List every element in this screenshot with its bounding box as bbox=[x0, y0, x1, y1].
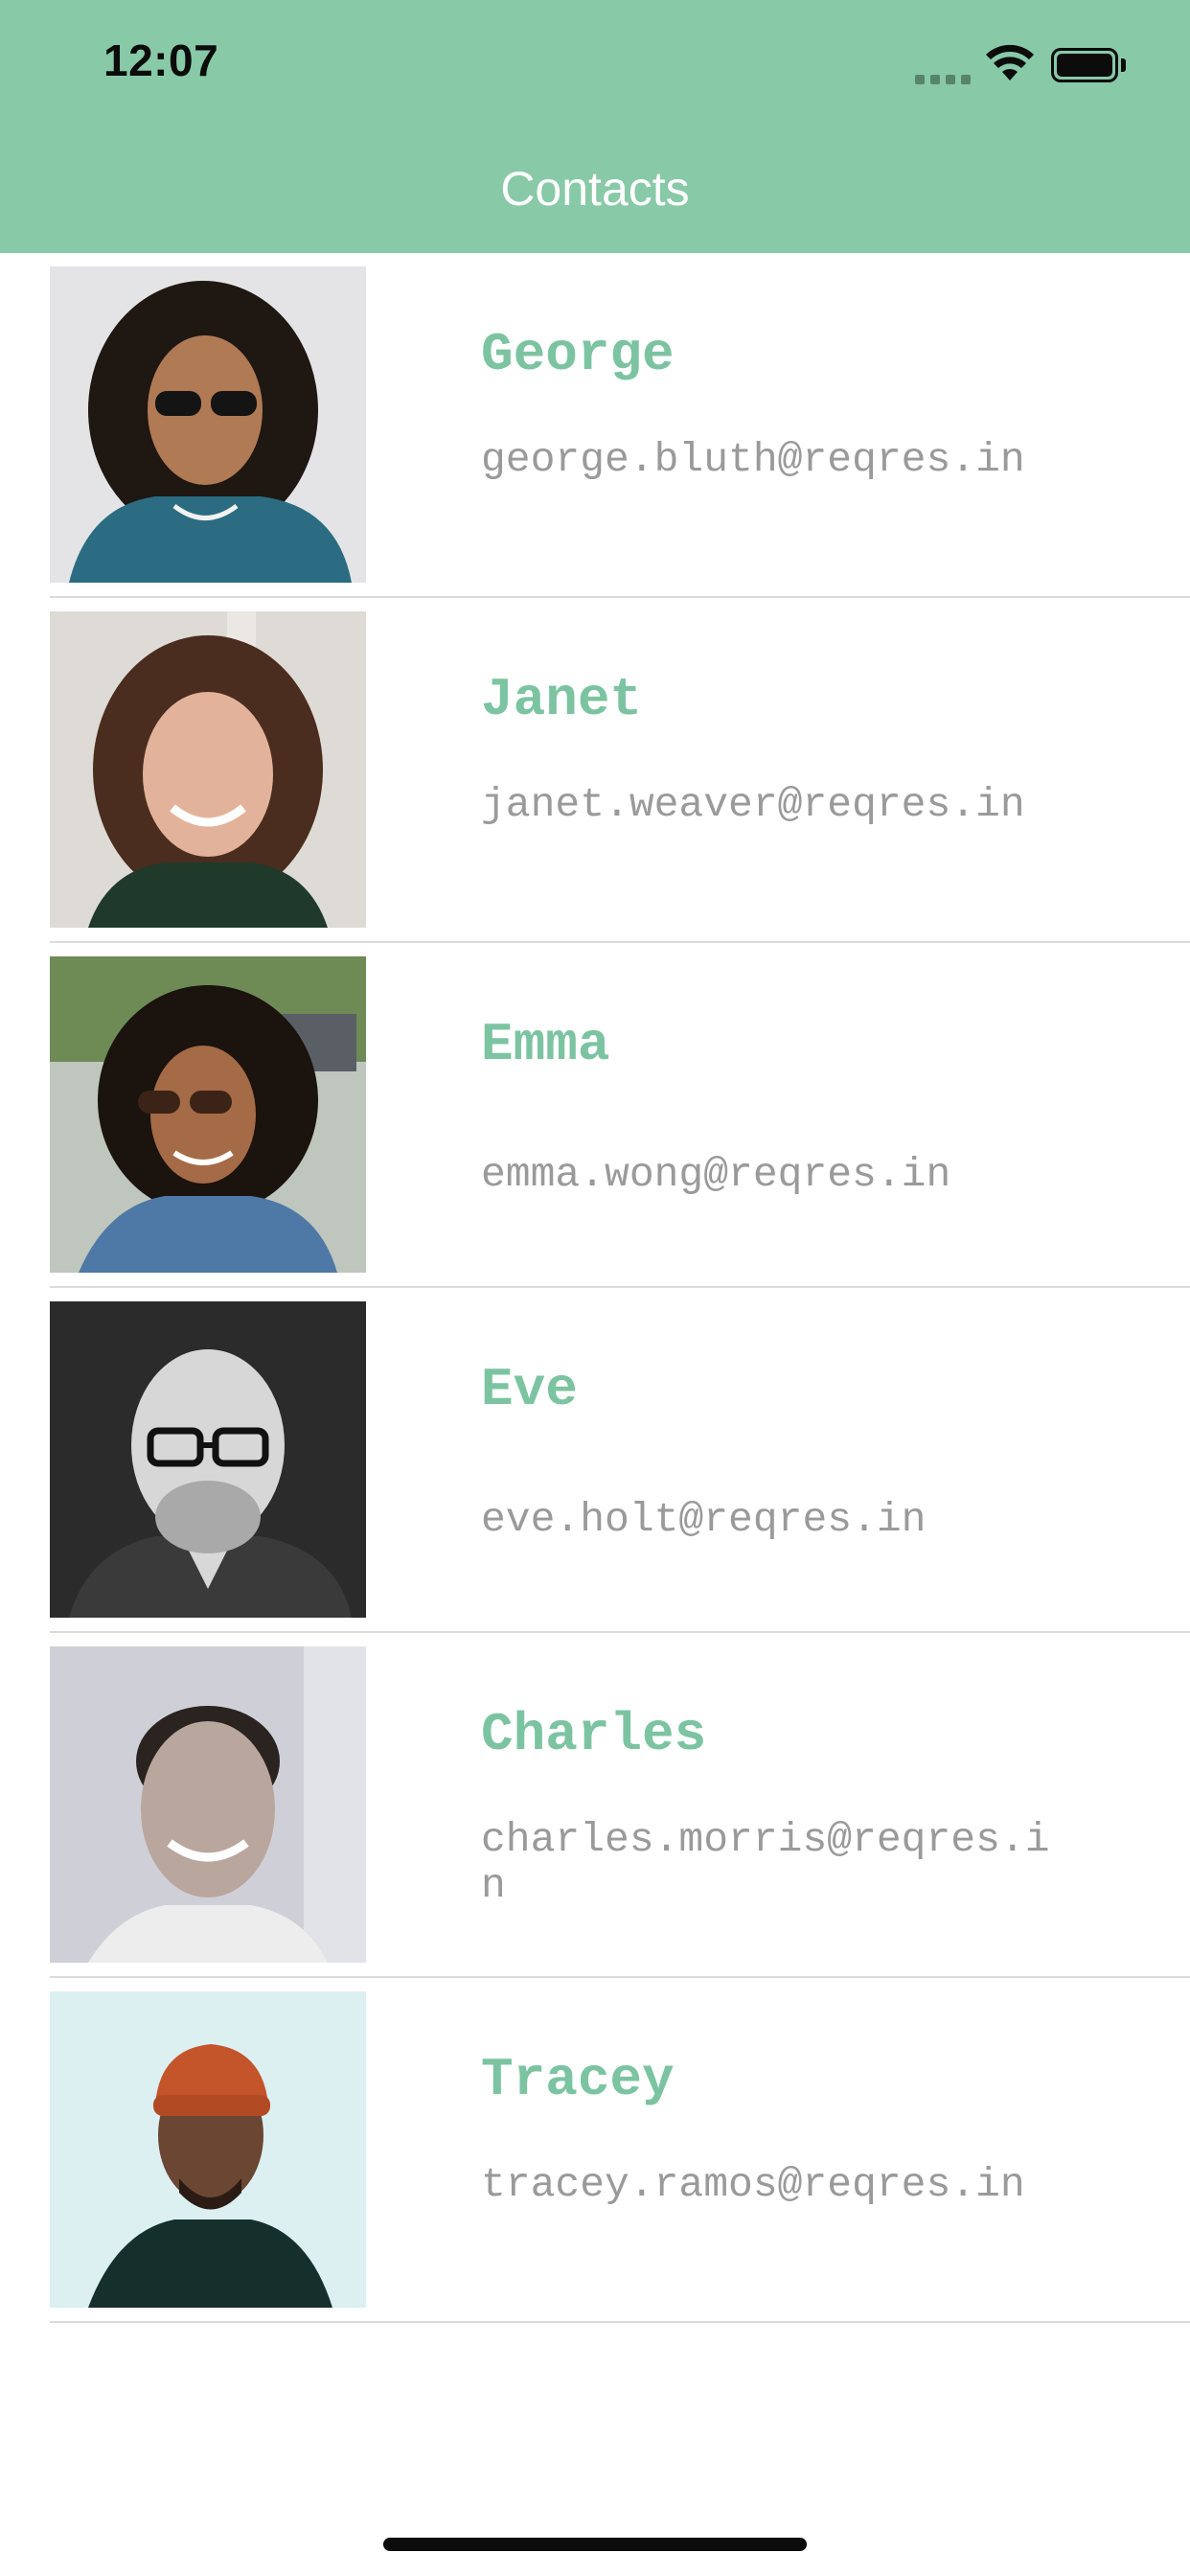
contact-email: eve.holt@reqres.in bbox=[481, 1496, 927, 1543]
status-bar-time: 12:07 bbox=[103, 35, 219, 85]
contact-name: Emma bbox=[481, 1014, 610, 1075]
contact-row-eve[interactable]: Eve eve.holt@reqres.in bbox=[0, 1288, 1190, 1633]
contact-avatar bbox=[50, 956, 366, 1273]
contact-avatar bbox=[50, 1646, 366, 1963]
contact-name: George bbox=[481, 324, 675, 385]
contact-email: emma.wong@reqres.in bbox=[481, 1151, 951, 1198]
contact-row-charles[interactable]: Charles charles.morris@reqres.in bbox=[0, 1633, 1190, 1978]
contact-row-janet[interactable]: Janet janet.weaver@reqres.in bbox=[0, 598, 1190, 943]
contact-name: Eve bbox=[481, 1359, 578, 1420]
navigation-header: 12:07 Contacts bbox=[0, 0, 1190, 253]
contact-row-george[interactable]: George george.bluth@reqres.in bbox=[0, 253, 1190, 598]
contact-avatar bbox=[50, 266, 366, 583]
contact-name: Janet bbox=[481, 669, 643, 730]
contact-name: Charles bbox=[481, 1704, 707, 1765]
row-divider bbox=[50, 2321, 1190, 2323]
contact-row-tracey[interactable]: Tracey tracey.ramos@reqres.in bbox=[0, 1978, 1190, 2323]
wifi-icon bbox=[986, 44, 1034, 80]
page-title: Contacts bbox=[500, 162, 690, 216]
cellular-signal-icon bbox=[915, 71, 973, 84]
battery-icon bbox=[1051, 48, 1126, 82]
contact-email: charles.morris@reqres.in bbox=[481, 1816, 1050, 1909]
contact-name: Tracey bbox=[481, 2049, 675, 2110]
contact-email: george.bluth@reqres.in bbox=[481, 436, 1025, 483]
contact-avatar bbox=[50, 1991, 366, 2308]
contact-row-emma[interactable]: Emma emma.wong@reqres.in bbox=[0, 943, 1190, 1288]
contact-email: tracey.ramos@reqres.in bbox=[481, 2161, 1025, 2208]
contact-list: George george.bluth@reqres.in Janet jane… bbox=[0, 253, 1190, 2323]
contact-avatar bbox=[50, 611, 366, 928]
contact-email: janet.weaver@reqres.in bbox=[481, 781, 1025, 828]
contacts-screen: 12:07 Contacts George george.bluth@reqre… bbox=[0, 0, 1190, 2576]
home-indicator[interactable] bbox=[383, 2538, 807, 2551]
contact-avatar bbox=[50, 1301, 366, 1618]
